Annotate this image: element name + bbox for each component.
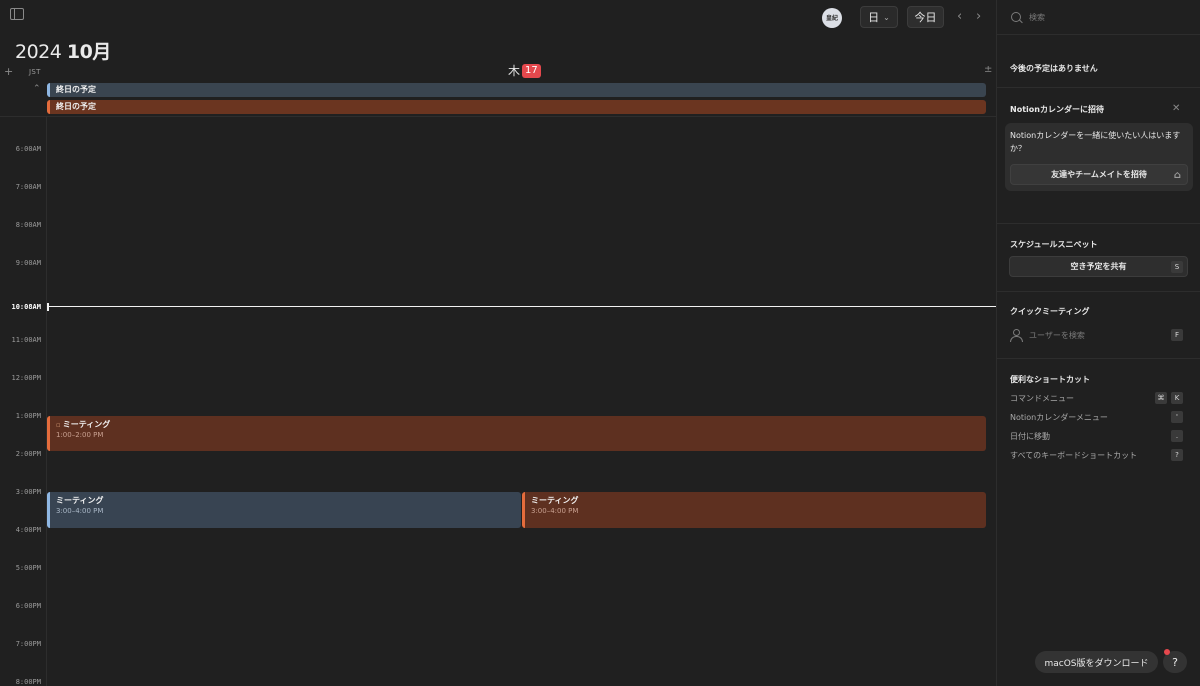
invite-card: Notionカレンダーを一緒に使いたい人はいますか？ 友達やチームメイトを招待 …: [1005, 123, 1193, 191]
shortcut-label[interactable]: Notionカレンダーメニュー: [1010, 412, 1108, 423]
time-label: 5:00PM: [15, 564, 41, 572]
event-title-text: ミーティング: [62, 420, 111, 429]
avatar[interactable]: 皇紀: [822, 8, 842, 28]
time-label: 6:00AM: [15, 145, 41, 153]
time-label: 3:00PM: [15, 488, 41, 496]
search-icon: [1011, 12, 1021, 22]
invite-heading: Notionカレンダーに招待: [1010, 105, 1104, 114]
allday-event[interactable]: 終日の予定: [47, 83, 986, 97]
calendar-main: 皇紀 日 ⌄ 今日 ‹ › 2024 10月 + JST 木 17 ± ⌃ 終日…: [0, 0, 996, 686]
time-label: 4:00PM: [15, 526, 41, 534]
month-label: 10月: [66, 41, 111, 63]
event-title: ミーティング: [56, 496, 104, 505]
year-label: 2024: [15, 41, 62, 63]
share-availability-button[interactable]: 空き予定を共有: [1009, 256, 1188, 277]
time-label: 7:00AM: [15, 183, 41, 191]
time-label: 7:00PM: [15, 640, 41, 648]
shortcuts-heading: 便利なショートカット: [1010, 375, 1090, 384]
time-label: 2:00PM: [15, 450, 41, 458]
divider: [997, 291, 1200, 292]
user-icon: [1010, 329, 1023, 342]
shortcut-label[interactable]: 日付に移動: [1010, 431, 1050, 442]
time-label: 11:00AM: [11, 336, 41, 344]
today-button[interactable]: 今日: [907, 6, 944, 28]
event-title: ▫ ミーティング: [56, 419, 986, 430]
time-grid[interactable]: 6:00AM 7:00AM 8:00AM 9:00AM 11:00AM 12:0…: [0, 117, 996, 686]
event-block[interactable]: ミーティング 3:00–4:00 PM: [522, 492, 986, 528]
calendar-icon: ▫: [56, 421, 61, 429]
day-of-week: 木: [508, 64, 521, 78]
collapse-allday-icon[interactable]: ⌃: [33, 84, 41, 94]
invite-button[interactable]: 友達やチームメイトを招待 ⌂: [1010, 164, 1188, 185]
time-label: 6:00PM: [15, 602, 41, 610]
shortcut-key: ?: [1171, 449, 1183, 461]
share-availability-label: 空き予定を共有: [1070, 262, 1127, 271]
right-sidebar: 今後の予定はありません Notionカレンダーに招待 ✕ Notionカレンダー…: [996, 0, 1200, 686]
current-time-line: [47, 306, 996, 307]
shortcut-key: F: [1171, 329, 1183, 341]
view-selector-button[interactable]: 日 ⌄: [860, 6, 898, 28]
shortcut-label[interactable]: すべてのキーボードショートカット: [1010, 450, 1137, 461]
search-input[interactable]: [1029, 9, 1189, 25]
next-arrow-icon[interactable]: ›: [976, 10, 981, 24]
shortcut-key: ⌘: [1155, 392, 1167, 404]
invite-button-label: 友達やチームメイトを招待: [1051, 170, 1147, 179]
current-time-marker: [47, 303, 49, 311]
time-label: 8:00AM: [15, 221, 41, 229]
time-label: 12:00PM: [11, 374, 41, 382]
shortcut-label[interactable]: コマンドメニュー: [1010, 393, 1074, 404]
chevron-down-icon: ⌄: [883, 12, 890, 22]
download-macos-button[interactable]: macOS版をダウンロード: [1035, 651, 1158, 673]
event-title: ミーティング: [531, 496, 579, 505]
current-time-label: 10:08AM: [11, 303, 41, 311]
shortcut-key: S: [1171, 261, 1183, 273]
snippets-heading: スケジュールスニペット: [1010, 240, 1098, 249]
day-number-badge: 17: [522, 63, 541, 78]
grid-line: [46, 117, 47, 686]
day-header[interactable]: 木 17: [508, 62, 541, 79]
allday-event[interactable]: 終日の予定: [47, 100, 986, 114]
quick-meeting-heading: クイックミーティング: [1010, 307, 1090, 316]
event-block[interactable]: ミーティング 3:00–4:00 PM: [47, 492, 521, 528]
time-label: 1:00PM: [15, 412, 41, 420]
notification-dot: [1164, 649, 1170, 655]
event-time: 1:00–2:00 PM: [56, 431, 104, 439]
divider: [997, 87, 1200, 88]
time-label: 8:00PM: [15, 678, 41, 686]
view-selector-label: 日: [868, 11, 880, 24]
timezone-label: JST: [29, 68, 41, 76]
user-search-input[interactable]: ユーザーを検索: [1029, 330, 1085, 341]
upcoming-empty-text: 今後の予定はありません: [1010, 64, 1098, 73]
event-block[interactable]: ▫ ミーティング 1:00–2:00 PM: [47, 416, 986, 451]
divider: [997, 358, 1200, 359]
divider: [997, 34, 1200, 35]
time-label: 9:00AM: [15, 259, 41, 267]
invite-prompt: Notionカレンダーを一緒に使いたい人はいますか？: [1010, 131, 1181, 153]
event-time: 3:00–4:00 PM: [531, 507, 579, 515]
expand-icon[interactable]: ±: [984, 64, 992, 75]
event-time: 3:00–4:00 PM: [56, 507, 104, 515]
close-icon[interactable]: ✕: [1172, 103, 1180, 114]
add-icon[interactable]: +: [4, 65, 13, 78]
divider: [997, 223, 1200, 224]
shortcut-key: K: [1171, 392, 1183, 404]
gift-icon: ⌂: [1173, 170, 1181, 181]
prev-arrow-icon[interactable]: ‹: [957, 10, 962, 24]
page-title: 2024 10月: [15, 37, 111, 64]
shortcut-key: .: [1171, 430, 1183, 442]
shortcut-key: ': [1171, 411, 1183, 423]
sidebar-toggle-icon[interactable]: [10, 8, 24, 20]
